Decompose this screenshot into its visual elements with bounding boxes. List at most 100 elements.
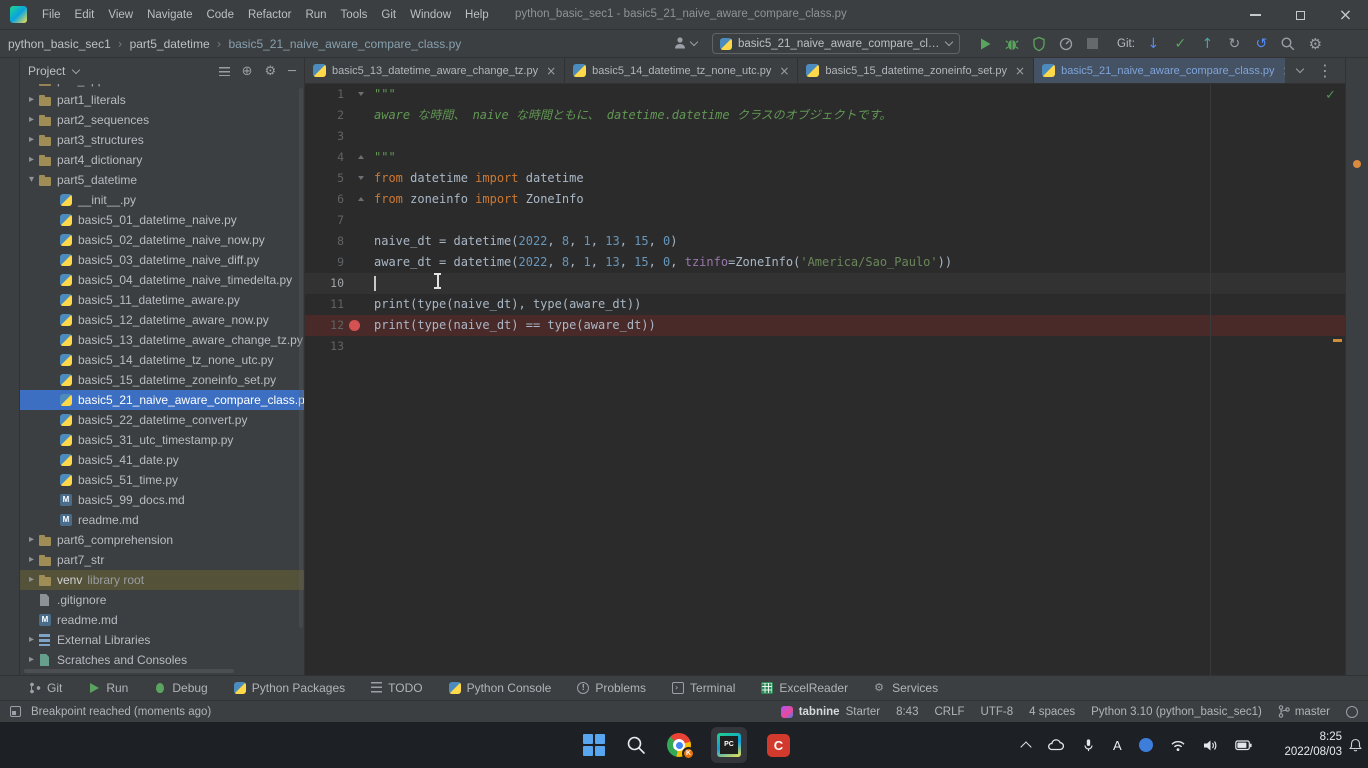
tree-chevron-icon[interactable]: ▸ — [25, 110, 38, 130]
tab-options-icon[interactable]: ⋮ — [1317, 61, 1333, 80]
taskbar-search-icon[interactable] — [625, 734, 647, 756]
editor-tab[interactable]: basic5_14_datetime_tz_none_utc.py × — [565, 58, 798, 83]
menu-item[interactable]: Edit — [68, 7, 102, 23]
tree-row[interactable]: ▸ part7_str — [20, 550, 304, 570]
tree-row[interactable]: ▸ part3_structures — [20, 130, 304, 150]
menu-item[interactable]: Tools — [334, 7, 375, 23]
tool-window-button[interactable]: Git — [16, 681, 75, 695]
status-segment[interactable]: 4 spaces — [1029, 706, 1075, 718]
tree-row[interactable]: readme.md — [20, 510, 304, 530]
git-branch-widget[interactable]: master — [1278, 705, 1330, 718]
gutter[interactable]: 6 — [305, 189, 368, 210]
fold-marker-icon[interactable] — [358, 197, 364, 201]
tool-window-button[interactable]: Terminal — [659, 681, 748, 695]
start-button[interactable] — [583, 734, 605, 756]
maximize-button[interactable] — [1278, 0, 1323, 30]
code-line[interactable]: 6from zoneinfo import ZoneInfo — [305, 189, 1345, 210]
wifi-icon[interactable] — [1170, 739, 1186, 752]
tree-row[interactable]: basic5_31_utc_timestamp.py — [20, 430, 304, 450]
stop-button[interactable] — [1084, 35, 1101, 52]
editor-tab[interactable]: basic5_13_datetime_aware_change_tz.py × — [305, 58, 565, 83]
code-line[interactable]: 5from datetime import datetime — [305, 168, 1345, 189]
gutter[interactable]: 5 — [305, 168, 368, 189]
pycharm-taskbar-button[interactable]: PC — [711, 727, 747, 763]
tree-row[interactable]: basic5_21_naive_aware_compare_class.py — [20, 390, 304, 410]
tree-chevron-icon[interactable]: ▸ — [25, 90, 38, 110]
menu-item[interactable]: Help — [458, 7, 496, 23]
code-line[interactable]: 1""" — [305, 84, 1345, 105]
status-message[interactable]: Breakpoint reached (moments ago) — [31, 706, 211, 718]
onedrive-cloud-icon[interactable] — [1047, 738, 1064, 752]
gutter[interactable]: 10 — [305, 273, 368, 294]
minimize-button[interactable] — [1233, 0, 1278, 30]
code-line[interactable]: 7 — [305, 210, 1345, 231]
gutter[interactable]: 9 — [305, 252, 368, 273]
chrome-icon[interactable]: K — [667, 733, 691, 757]
gutter[interactable]: 3 — [305, 126, 368, 147]
close-button[interactable]: × — [1323, 0, 1368, 30]
tree-row[interactable]: ▸ venv library root — [20, 570, 304, 590]
ime-indicator[interactable]: A — [1113, 738, 1122, 753]
gutter[interactable]: 7 — [305, 210, 368, 231]
fold-marker-icon[interactable] — [358, 92, 364, 96]
project-horizontal-scrollbar[interactable] — [24, 669, 234, 673]
tree-row[interactable]: basic5_12_datetime_aware_now.py — [20, 310, 304, 330]
microphone-icon[interactable] — [1081, 738, 1096, 753]
tree-row[interactable]: basic5_99_docs.md — [20, 490, 304, 510]
tool-window-switcher-icon[interactable] — [10, 706, 21, 717]
gutter[interactable]: 13 — [305, 336, 368, 357]
git-push-button[interactable]: ↑ — [1199, 35, 1216, 52]
status-segment[interactable]: Python 3.10 (python_basic_sec1) — [1091, 706, 1262, 718]
code-editor[interactable]: 1"""2aware な時間、 naive な時間ともに、 datetime.d… — [305, 84, 1345, 675]
taskbar-clock[interactable]: 8:25 2022/08/03 — [1284, 730, 1342, 760]
gutter[interactable]: 1 — [305, 84, 368, 105]
menu-item[interactable]: Navigate — [140, 7, 199, 23]
editor-tab[interactable]: basic5_21_naive_aware_compare_class.py × — [1034, 58, 1285, 83]
menu-item[interactable]: Refactor — [241, 7, 298, 23]
tree-chevron-icon[interactable]: ▸ — [25, 530, 38, 550]
gutter[interactable]: 8 — [305, 231, 368, 252]
breadcrumb-file[interactable]: basic5_21_naive_aware_compare_class.py — [228, 37, 461, 51]
tree-row[interactable]: basic5_13_datetime_aware_change_tz.py — [20, 330, 304, 350]
git-history-button[interactable]: ↻ — [1226, 35, 1243, 52]
tool-window-button[interactable]: TODO — [358, 681, 435, 695]
fold-marker-icon[interactable] — [358, 155, 364, 159]
tab-close-icon[interactable]: × — [779, 64, 789, 78]
tab-close-icon[interactable]: × — [1015, 64, 1025, 78]
tree-row[interactable]: basic5_51_time.py — [20, 470, 304, 490]
tree-row[interactable]: .gitignore — [20, 590, 304, 610]
tree-row[interactable]: basic5_11_datetime_aware.py — [20, 290, 304, 310]
breadcrumb-project[interactable]: python_basic_sec1 — [8, 37, 111, 51]
tree-row[interactable]: ▸ part1_literals — [20, 90, 304, 110]
settings-button[interactable]: ⚙ — [1307, 35, 1324, 52]
status-notification-icon[interactable] — [1346, 706, 1358, 718]
tree-row[interactable]: basic5_41_date.py — [20, 450, 304, 470]
error-stripe-mark[interactable] — [1333, 339, 1342, 342]
blue-status-icon[interactable] — [1139, 738, 1153, 752]
panel-settings-icon[interactable]: ⚙ — [265, 64, 277, 79]
code-line[interactable]: 9aware_dt = datetime(2022, 8, 1, 13, 15,… — [305, 252, 1345, 273]
git-update-button[interactable]: ↓ — [1145, 35, 1162, 52]
git-commit-button[interactable]: ✓ — [1172, 35, 1189, 52]
tree-row[interactable]: ▸ part2_sequences — [20, 110, 304, 130]
menu-item[interactable]: Window — [403, 7, 458, 23]
code-line[interactable]: 4""" — [305, 147, 1345, 168]
tree-chevron-icon[interactable]: ▸ — [25, 150, 38, 170]
tree-row[interactable]: ▸ Scratches and Consoles — [20, 650, 304, 667]
menu-item[interactable]: Git — [374, 7, 403, 23]
breakpoint-icon[interactable] — [349, 320, 360, 331]
tree-row[interactable]: ▸ part_app — [20, 84, 304, 90]
tree-row[interactable]: ▾ part5_datetime — [20, 170, 304, 190]
fold-marker-icon[interactable] — [358, 176, 364, 180]
battery-icon[interactable] — [1235, 740, 1252, 751]
editor-tab[interactable]: basic5_15_datetime_zoneinfo_set.py × — [798, 58, 1034, 83]
code-line[interactable]: 2aware な時間、 naive な時間ともに、 datetime.datet… — [305, 105, 1345, 126]
locate-file-icon[interactable]: ⊕ — [242, 64, 253, 79]
run-with-coverage-button[interactable] — [1030, 35, 1047, 52]
tree-chevron-icon[interactable]: ▾ — [25, 170, 38, 190]
chevron-down-icon[interactable] — [72, 65, 80, 73]
tree-row[interactable]: basic5_14_datetime_tz_none_utc.py — [20, 350, 304, 370]
tree-row[interactable]: __init__.py — [20, 190, 304, 210]
tree-chevron-icon[interactable]: ▸ — [25, 630, 38, 650]
search-everywhere-button[interactable] — [1280, 35, 1297, 52]
